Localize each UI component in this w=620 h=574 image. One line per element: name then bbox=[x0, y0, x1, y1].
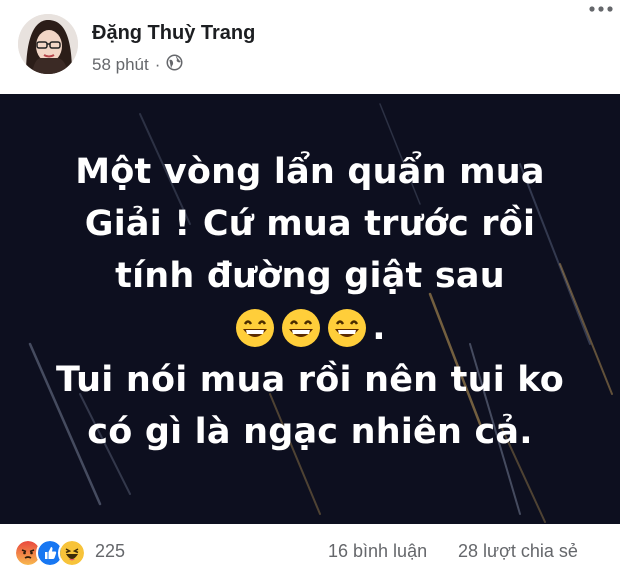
reaction-icons[interactable] bbox=[14, 539, 86, 567]
post-content: Một vòng lẩn quẩn mua Giải ! Cứ mua trướ… bbox=[0, 94, 620, 524]
author-name[interactable]: Đặng Thuỳ Trang bbox=[92, 22, 255, 45]
grinning-face-icon bbox=[236, 309, 275, 347]
meta-separator: · bbox=[154, 55, 161, 74]
post-line: có gì là ngạc nhiên cả. bbox=[87, 412, 533, 452]
more-options-icon[interactable] bbox=[588, 2, 614, 12]
post-line: Giải ! Cứ mua trước rồi bbox=[84, 204, 536, 244]
post-time[interactable]: 58 phút bbox=[92, 55, 149, 75]
post-line: tính đường giật sau bbox=[115, 256, 505, 296]
emoji-trailing-period: . bbox=[372, 308, 386, 348]
post-line: Tui nói mua rồi nên tui ko bbox=[55, 360, 565, 400]
emoji-line: . bbox=[0, 302, 620, 354]
post-header: Đặng Thuỳ Trang 58 phút · bbox=[0, 0, 620, 94]
comment-count[interactable]: 16 bình luận bbox=[328, 541, 427, 562]
avatar[interactable] bbox=[18, 14, 78, 74]
post-meta: 58 phút · bbox=[92, 54, 183, 76]
post-footer: 225 16 bình luận 28 lượt chia sẻ bbox=[0, 524, 620, 574]
grinning-face-icon bbox=[282, 309, 321, 347]
reaction-count[interactable]: 225 bbox=[95, 541, 125, 562]
globe-icon bbox=[166, 54, 183, 76]
post-line: Một vòng lẩn quẩn mua bbox=[75, 152, 545, 192]
share-count[interactable]: 28 lượt chia sẻ bbox=[458, 541, 578, 562]
grinning-face-icon bbox=[328, 309, 367, 347]
post-text: Một vòng lẩn quẩn mua Giải ! Cứ mua trướ… bbox=[0, 146, 620, 458]
haha-icon bbox=[58, 539, 86, 567]
